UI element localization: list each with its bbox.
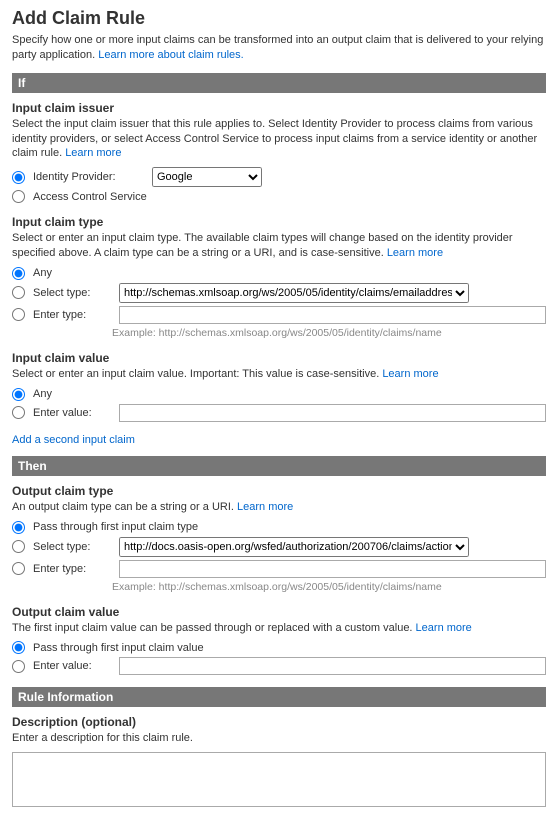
output-value-title: Output claim value bbox=[12, 605, 546, 619]
output-value-enter-radio[interactable] bbox=[12, 660, 25, 673]
input-type-select-row: Select type: http://schemas.xmlsoap.org/… bbox=[12, 283, 546, 303]
input-value-enter-radio[interactable] bbox=[12, 406, 25, 419]
output-value-learn-more-link[interactable]: Learn more bbox=[416, 622, 472, 634]
issuer-acs-label: Access Control Service bbox=[33, 191, 148, 203]
add-second-claim-row: Add a second input claim bbox=[12, 434, 546, 446]
intro-text: Specify how one or more input claims can… bbox=[12, 34, 543, 61]
issuer-idp-label: Identity Provider: bbox=[33, 171, 148, 183]
output-type-enter-radio[interactable] bbox=[12, 562, 25, 575]
output-type-example: Example: http://schemas.xmlsoap.org/ws/2… bbox=[112, 581, 546, 593]
output-type-desc: An output claim type can be a string or … bbox=[12, 500, 546, 515]
section-if-header: If bbox=[12, 73, 546, 93]
input-value-any-radio[interactable] bbox=[12, 388, 25, 401]
input-issuer-desc: Select the input claim issuer that this … bbox=[12, 117, 546, 162]
output-value-pass-label: Pass through first input claim value bbox=[33, 642, 204, 654]
input-value-enter-row: Enter value: bbox=[12, 404, 546, 422]
output-type-select-radio[interactable] bbox=[12, 540, 25, 553]
issuer-acs-row: Access Control Service bbox=[12, 190, 546, 203]
input-type-example: Example: http://schemas.xmlsoap.org/ws/2… bbox=[112, 327, 546, 339]
input-value-desc: Select or enter an input claim value. Im… bbox=[12, 367, 546, 382]
input-type-desc: Select or enter an input claim type. The… bbox=[12, 231, 546, 261]
page-intro: Specify how one or more input claims can… bbox=[12, 33, 546, 63]
output-type-select[interactable]: http://docs.oasis-open.org/wsfed/authori… bbox=[119, 537, 469, 557]
input-claim-issuer-block: Input claim issuer Select the input clai… bbox=[12, 101, 546, 204]
output-type-title: Output claim type bbox=[12, 484, 546, 498]
input-type-enter-field[interactable] bbox=[119, 306, 546, 324]
section-then-header: Then bbox=[12, 456, 546, 476]
output-type-pass-radio[interactable] bbox=[12, 521, 25, 534]
output-claim-type-block: Output claim type An output claim type c… bbox=[12, 484, 546, 593]
output-type-select-label: Select type: bbox=[33, 541, 115, 553]
input-value-title: Input claim value bbox=[12, 351, 546, 365]
input-issuer-title: Input claim issuer bbox=[12, 101, 546, 115]
input-value-any-row: Any bbox=[12, 388, 546, 401]
input-type-any-row: Any bbox=[12, 267, 546, 280]
input-value-desc-text: Select or enter an input claim value. Im… bbox=[12, 368, 382, 380]
section-rule-info-header: Rule Information bbox=[12, 687, 546, 707]
issuer-idp-row: Identity Provider: Google bbox=[12, 167, 546, 187]
add-second-claim-link[interactable]: Add a second input claim bbox=[12, 434, 135, 446]
issuer-idp-radio[interactable] bbox=[12, 171, 25, 184]
input-type-enter-row: Enter type: bbox=[12, 306, 546, 324]
input-type-any-label: Any bbox=[33, 267, 115, 279]
issuer-acs-radio[interactable] bbox=[12, 190, 25, 203]
rule-desc-title: Description (optional) bbox=[12, 715, 546, 729]
output-type-select-row: Select type: http://docs.oasis-open.org/… bbox=[12, 537, 546, 557]
input-type-enter-label: Enter type: bbox=[33, 309, 115, 321]
rule-description-block: Description (optional) Enter a descripti… bbox=[12, 715, 546, 810]
input-value-enter-label: Enter value: bbox=[33, 407, 115, 419]
page-title: Add Claim Rule bbox=[12, 8, 546, 29]
issuer-idp-select[interactable]: Google bbox=[152, 167, 262, 187]
rule-desc-textarea[interactable] bbox=[12, 752, 546, 807]
output-value-pass-radio[interactable] bbox=[12, 641, 25, 654]
output-type-enter-field[interactable] bbox=[119, 560, 546, 578]
input-type-select[interactable]: http://schemas.xmlsoap.org/ws/2005/05/id… bbox=[119, 283, 469, 303]
output-value-desc: The first input claim value can be passe… bbox=[12, 621, 546, 636]
output-type-learn-more-link[interactable]: Learn more bbox=[237, 501, 293, 513]
input-claim-value-block: Input claim value Select or enter an inp… bbox=[12, 351, 546, 422]
output-type-pass-row: Pass through first input claim type bbox=[12, 521, 546, 534]
output-type-enter-row: Enter type: bbox=[12, 560, 546, 578]
intro-learn-more-link[interactable]: Learn more about claim rules. bbox=[98, 49, 244, 61]
output-claim-value-block: Output claim value The first input claim… bbox=[12, 605, 546, 676]
output-type-enter-label: Enter type: bbox=[33, 563, 115, 575]
output-value-enter-row: Enter value: bbox=[12, 657, 546, 675]
input-type-title: Input claim type bbox=[12, 215, 546, 229]
input-type-select-radio[interactable] bbox=[12, 286, 25, 299]
input-type-enter-radio[interactable] bbox=[12, 308, 25, 321]
output-type-pass-label: Pass through first input claim type bbox=[33, 521, 198, 533]
input-value-learn-more-link[interactable]: Learn more bbox=[382, 368, 438, 380]
rule-desc-text: Enter a description for this claim rule. bbox=[12, 731, 546, 746]
input-issuer-learn-more-link[interactable]: Learn more bbox=[65, 147, 121, 159]
input-value-enter-field[interactable] bbox=[119, 404, 546, 422]
output-value-pass-row: Pass through first input claim value bbox=[12, 641, 546, 654]
input-claim-type-block: Input claim type Select or enter an inpu… bbox=[12, 215, 546, 339]
output-value-desc-text: The first input claim value can be passe… bbox=[12, 622, 416, 634]
input-type-learn-more-link[interactable]: Learn more bbox=[387, 247, 443, 259]
input-type-any-radio[interactable] bbox=[12, 267, 25, 280]
output-type-desc-text: An output claim type can be a string or … bbox=[12, 501, 237, 513]
output-value-enter-field[interactable] bbox=[119, 657, 546, 675]
output-value-enter-label: Enter value: bbox=[33, 660, 115, 672]
input-type-select-label: Select type: bbox=[33, 287, 115, 299]
input-value-any-label: Any bbox=[33, 388, 115, 400]
